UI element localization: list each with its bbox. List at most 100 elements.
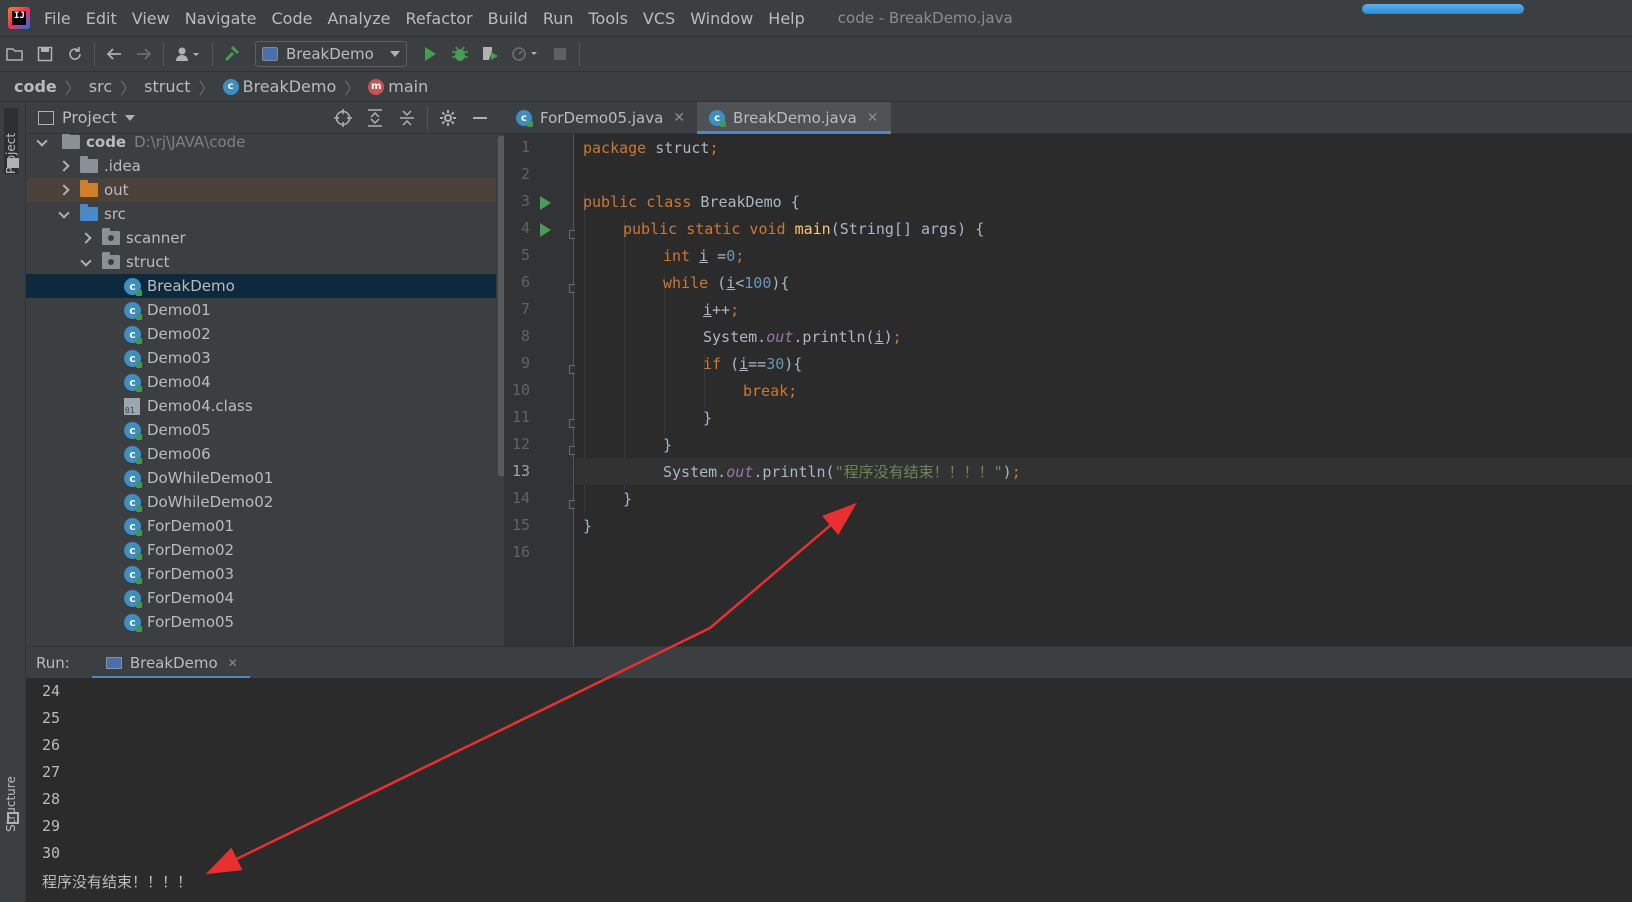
project-panel-tools [327,102,496,134]
run-gutter-icon[interactable] [540,223,551,237]
forward-icon[interactable] [129,39,159,69]
collapse-all-icon[interactable] [391,103,423,133]
tree-item-class[interactable]: c Demo01 [26,298,496,322]
menu-file[interactable]: File [44,9,71,28]
menu-help[interactable]: Help [768,9,804,28]
tree-item-class[interactable]: c Demo04 [26,370,496,394]
minimize-icon[interactable] [464,103,496,133]
run-icon[interactable] [415,39,445,69]
tree-item-class[interactable]: c ForDemo01 [26,514,496,538]
breadcrumb-project[interactable]: code [14,77,57,96]
tree-item-class[interactable]: c Demo05 [26,418,496,442]
code-token: struct [646,138,710,157]
run-configuration-selector[interactable]: BreakDemo [255,41,407,67]
build-hammer-icon[interactable] [217,39,247,69]
project-panel-title[interactable]: Project [62,108,117,127]
tree-item-class[interactable]: c DoWhileDemo02 [26,490,496,514]
breadcrumb-struct[interactable]: struct [144,77,190,96]
tree-item-struct[interactable]: struct [26,250,496,274]
tree-item-class[interactable]: c ForDemo04 [26,586,496,610]
tree-item-class[interactable]: c ForDemo05 [26,610,496,634]
code-token: public static void [623,219,786,238]
locate-target-icon[interactable] [327,103,359,133]
menu-window[interactable]: Window [690,9,753,28]
breadcrumb-class[interactable]: c BreakDemo [222,77,337,96]
run-tab-breakdemo[interactable]: BreakDemo ✕ [91,647,250,679]
close-icon[interactable]: ✕ [867,110,879,126]
sync-icon[interactable] [60,39,90,69]
tree-item-idea[interactable]: .idea [26,154,496,178]
project-tree[interactable]: code D:\rj\JAVA\code .idea out src scann… [26,134,504,646]
run-tool-window-header: Run: BreakDemo ✕ [26,646,1632,679]
user-icon[interactable] [168,39,208,69]
menu-tools[interactable]: Tools [589,9,628,28]
close-icon[interactable]: ✕ [673,110,685,126]
back-icon[interactable] [99,39,129,69]
tree-item-class[interactable]: c DoWhileDemo01 [26,466,496,490]
tree-item-out[interactable]: out [26,178,496,202]
menu-vcs[interactable]: VCS [643,9,675,28]
breadcrumb-src[interactable]: src [89,77,112,96]
chevron-down-icon[interactable] [58,209,68,219]
tree-item-label: ForDemo04 [147,589,235,607]
background-task-progress[interactable] [1362,4,1524,14]
code-token: ; [735,246,745,265]
gear-icon[interactable] [432,103,464,133]
run-console[interactable]: 24 25 26 27 28 29 30 程序没有结束！！！！ [26,678,1632,902]
tree-item-binary[interactable]: Demo04.class [26,394,496,418]
save-icon[interactable] [30,39,60,69]
tab-fordemo05[interactable]: c ForDemo05.java ✕ [504,102,697,134]
tree-item-scanner[interactable]: scanner [26,226,496,250]
open-folder-icon[interactable] [0,39,30,69]
profile-icon[interactable] [505,39,545,69]
tree-item-class[interactable]: c ForDemo02 [26,538,496,562]
editor-gutter[interactable]: 1 2 3 4 5 6 7 8 9 10 11 12 13 14 15 16 [504,134,574,646]
tab-breakdemo[interactable]: c BreakDemo.java ✕ [697,102,892,134]
menu-code[interactable]: Code [272,9,313,28]
intellij-logo-icon[interactable]: IJ [8,7,30,29]
tree-item-breakdemo[interactable]: c BreakDemo [26,274,496,298]
chevron-right-icon[interactable] [58,185,68,195]
code-token: = [708,246,727,265]
menu-analyze[interactable]: Analyze [327,9,390,28]
menu-refactor[interactable]: Refactor [406,9,473,28]
menu-edit[interactable]: Edit [86,9,117,28]
debug-icon[interactable] [445,39,475,69]
tree-item-src[interactable]: src [26,202,496,226]
tree-item-label: ForDemo05 [147,613,235,631]
stop-icon[interactable] [545,39,575,69]
run-gutter-icon[interactable] [540,196,551,210]
line-number: 16 [511,543,530,561]
menu-run[interactable]: Run [543,9,574,28]
project-view-icon [38,110,54,125]
chevron-right-icon[interactable] [80,233,90,243]
chevron-down-icon[interactable] [36,137,46,147]
tree-item-label: Demo04.class [147,397,253,415]
code-line-5: int i = 0; [575,242,1632,269]
tree-item-class[interactable]: c ForDemo03 [26,562,496,586]
code-token: while [663,273,709,292]
breadcrumb-class-label: BreakDemo [242,77,337,96]
code-editor[interactable]: package struct; public class BreakDemo {… [575,134,1632,646]
console-output-line: 28 [42,790,61,808]
breadcrumb-method[interactable]: m main [368,77,428,96]
code-token: break [743,381,789,400]
close-icon[interactable]: ✕ [228,656,238,670]
tree-item-class[interactable]: c Demo06 [26,442,496,466]
menu-navigate[interactable]: Navigate [185,9,257,28]
tree-item-class[interactable]: c Demo03 [26,346,496,370]
chevron-right-icon[interactable] [58,161,68,171]
code-token: i [703,300,713,319]
code-token: out [726,462,754,481]
line-number: 10 [511,381,530,399]
chevron-down-icon[interactable] [124,114,135,121]
tree-item-class[interactable]: c Demo02 [26,322,496,346]
tree-root[interactable]: code D:\rj\JAVA\code [26,134,496,154]
expand-all-icon[interactable] [359,103,391,133]
coverage-icon[interactable] [475,39,505,69]
menu-view[interactable]: View [132,9,170,28]
chevron-down-icon[interactable] [80,257,90,267]
line-number: 14 [511,489,530,507]
line-number: 15 [511,516,530,534]
menu-build[interactable]: Build [488,9,528,28]
